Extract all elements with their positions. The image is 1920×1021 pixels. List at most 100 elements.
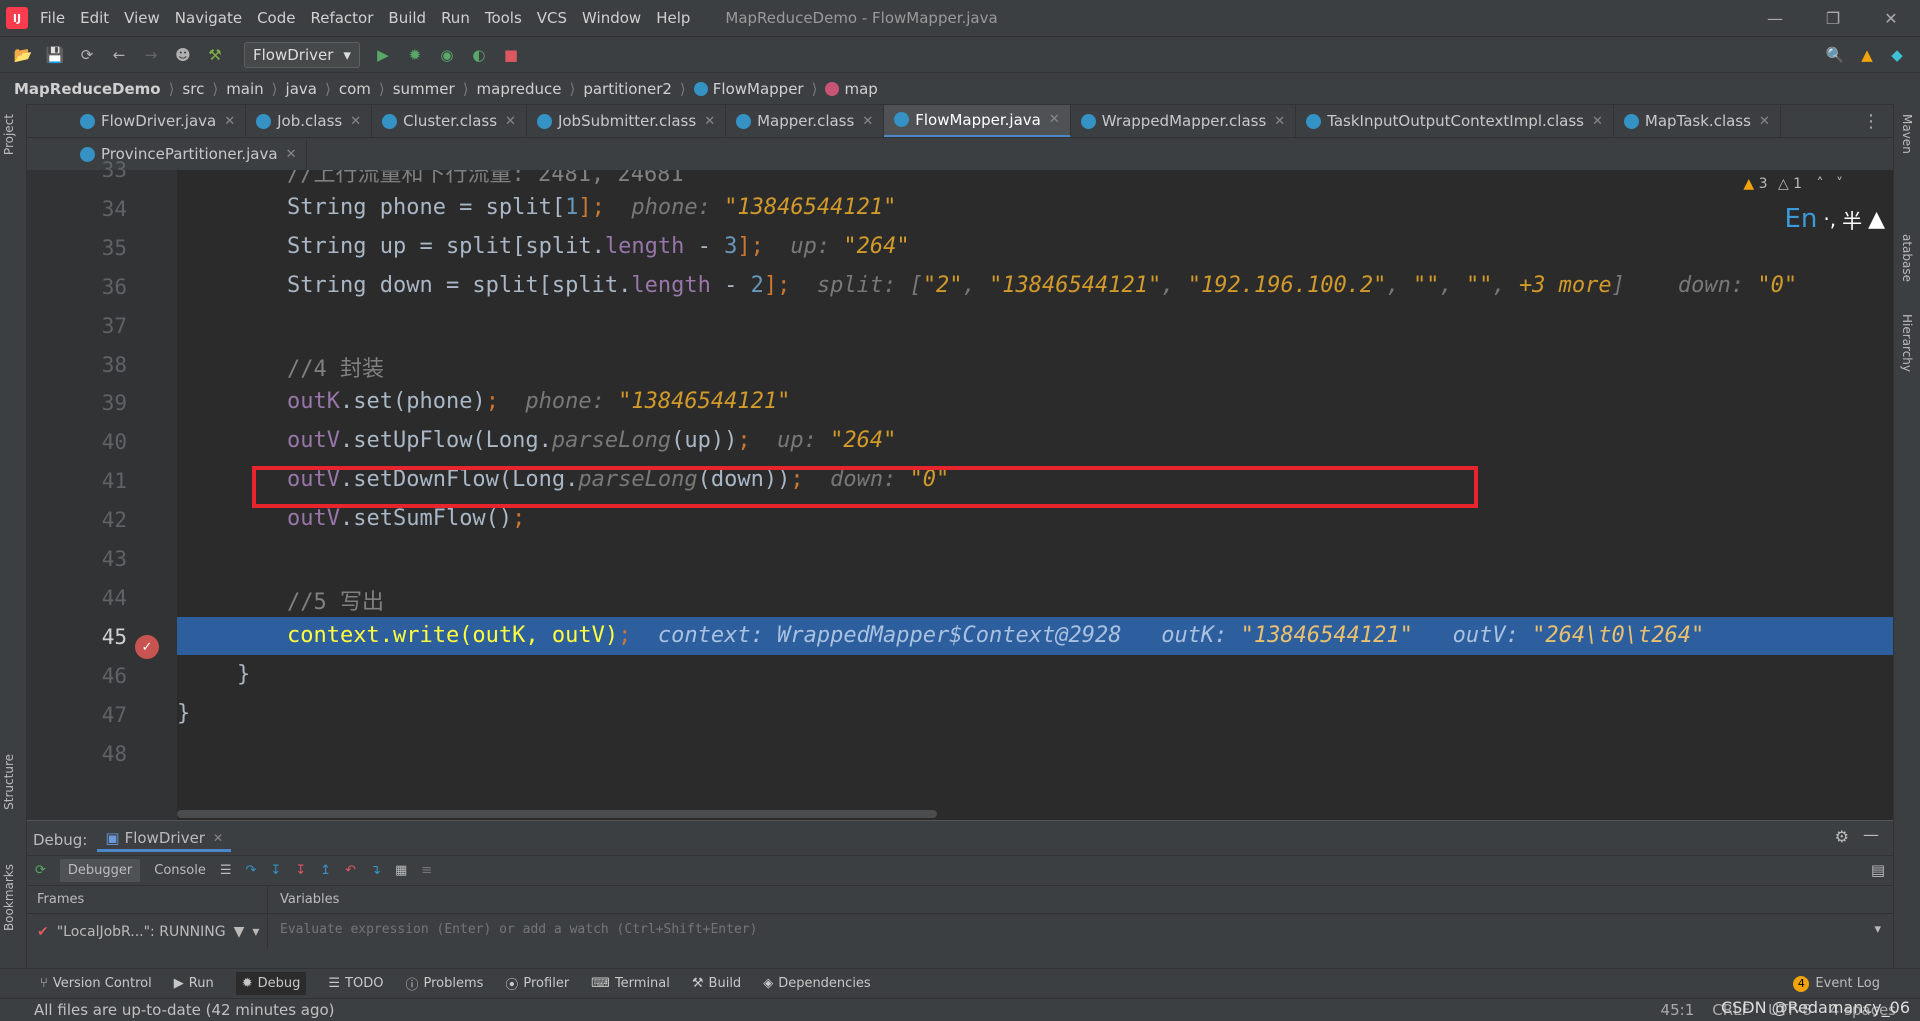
hierarchy-tool-button[interactable]: Hierarchy bbox=[1900, 314, 1914, 372]
close-tab-icon[interactable]: ✕ bbox=[1759, 114, 1770, 129]
editor-tab[interactable]: WrappedMapper.class ✕ bbox=[1071, 104, 1297, 138]
close-tab-icon[interactable]: ✕ bbox=[1592, 114, 1603, 129]
build-hammer-icon[interactable]: ⚒ bbox=[202, 42, 228, 68]
code-editor[interactable]: context.write(outK, outV); context: Wrap… bbox=[177, 170, 1893, 820]
breadcrumb-item[interactable]: mapreduce bbox=[477, 80, 562, 98]
breadcrumb-item[interactable]: MapReduceDemo bbox=[14, 80, 161, 98]
breadcrumb-item[interactable]: summer bbox=[393, 80, 455, 98]
close-icon[interactable]: ✕ bbox=[213, 831, 223, 845]
menu-refactor[interactable]: Refactor bbox=[310, 9, 373, 27]
breakpoint-icon[interactable]: ✓ bbox=[135, 635, 159, 659]
stop-icon[interactable]: ■ bbox=[498, 42, 524, 68]
tool-window-debug[interactable]: ✹ Debug bbox=[235, 972, 307, 995]
gear-icon[interactable]: ⚙ bbox=[1835, 827, 1849, 846]
step-out-icon[interactable]: ↥ bbox=[320, 863, 331, 878]
search-icon[interactable]: 🔍 bbox=[1822, 42, 1848, 68]
close-tab-icon[interactable]: ✕ bbox=[1274, 114, 1285, 129]
step-into-icon[interactable]: ↧ bbox=[270, 863, 281, 878]
layout-icon[interactable]: ▤ bbox=[1871, 861, 1885, 879]
close-tab-icon[interactable]: ✕ bbox=[1049, 112, 1060, 127]
caret-position[interactable]: 45:1 bbox=[1661, 1001, 1695, 1019]
inspection-widget[interactable]: ▲ 3 △ 1 ˄ ˅ bbox=[1743, 176, 1843, 192]
tool-window-build[interactable]: ⚒ Build bbox=[692, 976, 741, 991]
menu-tools[interactable]: Tools bbox=[485, 9, 522, 27]
more-tabs-icon[interactable]: ⋮ bbox=[1862, 111, 1880, 132]
editor-tab[interactable]: JobSubmitter.class ✕ bbox=[527, 104, 727, 138]
tool-window-version-control[interactable]: ⑂ Version Control bbox=[40, 976, 152, 991]
tool-window-run[interactable]: ▶ Run bbox=[174, 976, 214, 991]
menu-icon[interactable]: ☰ bbox=[220, 863, 232, 878]
menu-view[interactable]: View bbox=[124, 9, 160, 27]
jetbrains-icon[interactable]: ◆ bbox=[1884, 42, 1910, 68]
chevron-down-icon[interactable]: ˅ bbox=[1836, 176, 1843, 192]
editor-tab[interactable]: MapTask.class ✕ bbox=[1614, 104, 1781, 138]
breadcrumb-item[interactable]: src bbox=[182, 80, 204, 98]
close-tab-icon[interactable]: ✕ bbox=[286, 147, 297, 162]
menu-file[interactable]: File bbox=[40, 9, 65, 27]
menu-navigate[interactable]: Navigate bbox=[175, 9, 242, 27]
close-tab-icon[interactable]: ✕ bbox=[505, 114, 516, 129]
open-folder-icon[interactable]: 📂 bbox=[10, 42, 36, 68]
editor-tab[interactable]: Cluster.class ✕ bbox=[372, 104, 527, 138]
breadcrumb-item[interactable]: com bbox=[339, 80, 371, 98]
close-tab-icon[interactable]: ✕ bbox=[350, 114, 361, 129]
back-icon[interactable]: ← bbox=[106, 42, 132, 68]
run-to-cursor-icon[interactable]: ↴ bbox=[370, 863, 381, 878]
menu-help[interactable]: Help bbox=[656, 9, 690, 27]
maven-tool-button[interactable]: Maven bbox=[1900, 114, 1914, 154]
menu-vcs[interactable]: VCS bbox=[537, 9, 567, 27]
thread-selector[interactable]: ✔ "LocalJobR...": RUNNING ▼ ▾ bbox=[27, 913, 267, 949]
trace-icon[interactable]: ≡ bbox=[421, 863, 432, 878]
force-step-into-icon[interactable]: ↧ bbox=[295, 863, 306, 878]
evaluate-expression-input[interactable] bbox=[280, 922, 1817, 937]
editor-tab[interactable]: FlowDriver.java ✕ bbox=[70, 104, 247, 138]
tool-window-todo[interactable]: ☰ TODO bbox=[328, 976, 383, 991]
chevron-down-icon[interactable]: ▾ bbox=[252, 924, 259, 940]
filter-icon[interactable]: ▼ bbox=[234, 924, 245, 940]
update-icon[interactable]: ▲ bbox=[1854, 42, 1880, 68]
chevron-up-icon[interactable]: ˄ bbox=[1817, 176, 1824, 192]
minimize-icon[interactable]: — bbox=[1746, 0, 1804, 36]
close-tab-icon[interactable]: ✕ bbox=[704, 114, 715, 129]
run-icon[interactable]: ▶ bbox=[370, 42, 396, 68]
save-icon[interactable]: 💾 bbox=[42, 42, 68, 68]
tool-window-problems[interactable]: ⓘ Problems bbox=[405, 974, 483, 993]
drop-frame-icon[interactable]: ↶ bbox=[345, 863, 356, 878]
run-configuration-select[interactable]: FlowDriver ▾ bbox=[244, 41, 360, 68]
chevron-down-icon[interactable]: ▾ bbox=[1874, 922, 1881, 937]
event-log-button[interactable]: 4 Event Log bbox=[1793, 975, 1880, 992]
menu-code[interactable]: Code bbox=[257, 9, 295, 27]
bookmarks-tool-button[interactable]: Bookmarks bbox=[2, 864, 16, 931]
console-tab[interactable]: Console bbox=[154, 863, 206, 878]
sync-icon[interactable]: ⟳ bbox=[74, 42, 100, 68]
profile-icon[interactable]: ◐ bbox=[466, 42, 492, 68]
breadcrumb-item[interactable]: java bbox=[286, 80, 317, 98]
menu-edit[interactable]: Edit bbox=[80, 9, 109, 27]
menu-build[interactable]: Build bbox=[388, 9, 426, 27]
editor-tab[interactable]: FlowMapper.java ✕ bbox=[884, 104, 1071, 138]
restore-icon[interactable]: ❐ bbox=[1804, 0, 1862, 36]
step-over-icon[interactable]: ↷ bbox=[246, 863, 257, 878]
breadcrumb-item[interactable]: FlowMapper bbox=[713, 80, 804, 98]
debugger-tab[interactable]: Debugger bbox=[59, 859, 141, 882]
hide-icon[interactable]: — bbox=[1863, 825, 1879, 844]
close-tab-icon[interactable]: ✕ bbox=[224, 114, 235, 129]
tool-window-terminal[interactable]: ⌨ Terminal bbox=[591, 976, 670, 991]
rerun-icon[interactable]: ⟳ bbox=[35, 863, 46, 878]
structure-tool-button[interactable]: Structure bbox=[2, 754, 16, 810]
editor-tab[interactable]: Mapper.class ✕ bbox=[726, 104, 885, 138]
menu-window[interactable]: Window bbox=[582, 9, 641, 27]
database-tool-button[interactable]: atabase bbox=[1900, 234, 1914, 282]
debug-icon[interactable]: ✹ bbox=[402, 42, 428, 68]
editor-tab[interactable]: Job.class ✕ bbox=[246, 104, 373, 138]
user-icon[interactable]: ☻ bbox=[170, 42, 196, 68]
project-tool-button[interactable]: Project bbox=[2, 114, 16, 155]
forward-icon[interactable]: → bbox=[138, 42, 164, 68]
debug-session-tab[interactable]: ▣ FlowDriver ✕ bbox=[97, 827, 232, 852]
close-tab-icon[interactable]: ✕ bbox=[862, 114, 873, 129]
editor-tab[interactable]: TaskInputOutputContextImpl.class ✕ bbox=[1296, 104, 1614, 138]
tool-window-profiler[interactable]: ⦿ Profiler bbox=[505, 974, 569, 993]
coverage-icon[interactable]: ◉ bbox=[434, 42, 460, 68]
tool-window-dependencies[interactable]: ◈ Dependencies bbox=[763, 976, 871, 991]
close-icon[interactable]: ✕ bbox=[1862, 0, 1920, 36]
